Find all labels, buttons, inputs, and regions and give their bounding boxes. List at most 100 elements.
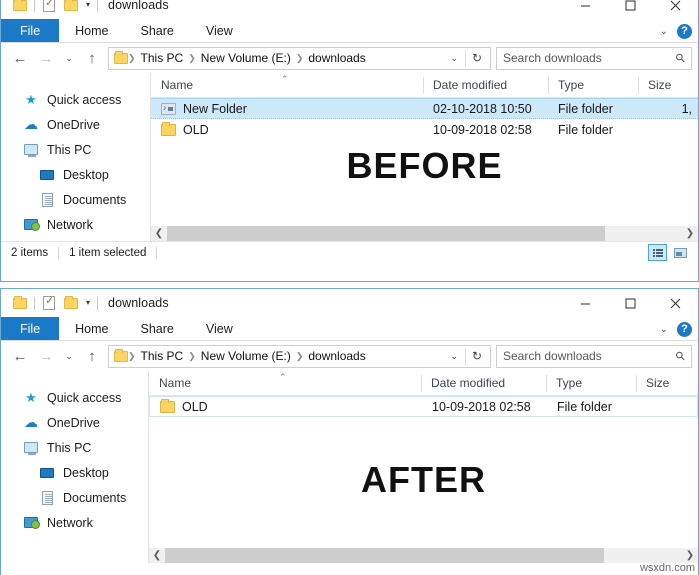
- ribbon-tabs: File Home Share View ⌄ ?: [1, 317, 698, 341]
- search-input[interactable]: Search downloads ⚲: [496, 46, 692, 70]
- desktop-icon: [39, 465, 55, 481]
- scroll-left-icon[interactable]: ❮: [149, 550, 165, 561]
- horizontal-scrollbar[interactable]: ❮ ❯: [151, 226, 698, 241]
- screenshot-stage: ▾ downloads File Home Share View: [0, 0, 699, 575]
- help-icon[interactable]: ?: [677, 321, 692, 337]
- maximize-icon[interactable]: [608, 0, 653, 19]
- table-row[interactable]: ♪ New Folder 02-10-2018 10:50 File folde…: [151, 98, 698, 119]
- column-header-name[interactable]: Name ⌃: [151, 73, 423, 98]
- horizontal-scrollbar[interactable]: ❮ ❯: [149, 548, 698, 563]
- tab-view[interactable]: View: [190, 317, 249, 340]
- tab-file[interactable]: File: [1, 19, 60, 42]
- folder-icon[interactable]: [9, 292, 31, 314]
- column-header-type[interactable]: Type: [546, 371, 636, 396]
- minimize-icon[interactable]: [563, 0, 608, 19]
- chevron-down-icon[interactable]: ▾: [82, 1, 94, 9]
- new-folder-icon[interactable]: [60, 292, 82, 314]
- sidebar-item-desktop[interactable]: Desktop: [1, 460, 148, 485]
- sidebar-item-network[interactable]: Network: [1, 212, 150, 237]
- breadcrumb-this-pc[interactable]: This PC: [136, 349, 189, 363]
- address-input[interactable]: ❯ This PC ❯ New Volume (E:) ❯ downloads …: [108, 46, 491, 70]
- sidebar-item-onedrive[interactable]: ☁ OneDrive: [1, 112, 150, 137]
- recent-locations-button[interactable]: ⌄: [59, 45, 79, 71]
- up-button[interactable]: ↑: [79, 343, 105, 369]
- chevron-down-icon[interactable]: ⌄: [443, 351, 465, 362]
- scroll-right-icon[interactable]: ❯: [682, 228, 698, 239]
- sidebar-item-quick-access[interactable]: ★ Quick access: [1, 87, 150, 112]
- status-selection-count: 1 item selected: [69, 246, 147, 259]
- forward-button[interactable]: →: [33, 343, 59, 369]
- sidebar-item-this-pc[interactable]: This PC: [1, 137, 150, 162]
- breadcrumb-separator: ❯: [128, 52, 136, 63]
- properties-checkmark-icon[interactable]: [38, 292, 60, 314]
- help-icon[interactable]: ?: [677, 23, 692, 39]
- file-name: OLD: [182, 399, 208, 414]
- chevron-down-icon[interactable]: ⌄: [443, 53, 465, 64]
- breadcrumb-downloads[interactable]: downloads: [303, 349, 370, 363]
- tab-share[interactable]: Share: [125, 19, 190, 42]
- scroll-right-icon[interactable]: ❯: [682, 550, 698, 561]
- large-icons-view-icon[interactable]: [671, 244, 690, 261]
- up-button[interactable]: ↑: [79, 45, 105, 71]
- sort-ascending-icon: ⌃: [281, 73, 289, 84]
- refresh-icon[interactable]: ↻: [466, 51, 488, 65]
- back-button[interactable]: ←: [7, 343, 33, 369]
- close-icon[interactable]: [653, 0, 698, 19]
- properties-checkmark-icon[interactable]: [38, 0, 60, 16]
- scrollbar-track[interactable]: [165, 548, 682, 563]
- new-folder-icon[interactable]: [60, 0, 82, 16]
- folder-icon[interactable]: [9, 0, 31, 16]
- navigation-pane: ★ Quick access ☁ OneDrive This PC Deskto…: [1, 371, 148, 563]
- tab-file[interactable]: File: [1, 317, 60, 340]
- sidebar-item-quick-access[interactable]: ★ Quick access: [1, 385, 148, 410]
- chevron-down-icon[interactable]: ⌄: [660, 26, 668, 37]
- sidebar-item-documents[interactable]: Documents: [1, 485, 148, 510]
- cell-type: File folder: [557, 399, 612, 414]
- tab-home[interactable]: Home: [59, 317, 124, 340]
- divider: [34, 0, 35, 12]
- recent-locations-button[interactable]: ⌄: [59, 343, 79, 369]
- column-header-date-modified[interactable]: Date modified: [421, 371, 546, 396]
- chevron-down-icon[interactable]: ⌄: [660, 324, 668, 335]
- column-headers: Name ⌃ Date modified Type Size: [151, 73, 698, 98]
- back-button[interactable]: ←: [7, 45, 33, 71]
- sidebar-item-network[interactable]: Network: [1, 510, 148, 535]
- table-row[interactable]: OLD 10-09-2018 02:58 File folder: [151, 119, 698, 140]
- breadcrumb-separator: ❯: [188, 52, 196, 63]
- breadcrumb-new-volume[interactable]: New Volume (E:): [196, 51, 296, 65]
- column-header-size[interactable]: Size: [638, 73, 698, 98]
- forward-button[interactable]: →: [33, 45, 59, 71]
- breadcrumb-this-pc[interactable]: This PC: [136, 51, 189, 65]
- sidebar-item-documents[interactable]: Documents: [1, 187, 150, 212]
- scrollbar-thumb[interactable]: [167, 226, 605, 241]
- column-header-size[interactable]: Size: [636, 371, 696, 396]
- column-header-name[interactable]: Name ⌃: [149, 371, 421, 396]
- table-row[interactable]: OLD 10-09-2018 02:58 File folder: [149, 396, 698, 417]
- refresh-icon[interactable]: ↻: [466, 349, 488, 363]
- details-view-icon[interactable]: [648, 244, 667, 261]
- chevron-down-icon[interactable]: ▾: [82, 299, 94, 307]
- minimize-icon[interactable]: [563, 289, 608, 317]
- maximize-icon[interactable]: [608, 289, 653, 317]
- column-header-type[interactable]: Type: [548, 73, 638, 98]
- column-header-date-modified[interactable]: Date modified: [423, 73, 548, 98]
- sidebar-item-desktop[interactable]: Desktop: [1, 162, 150, 187]
- sidebar-item-onedrive[interactable]: ☁ OneDrive: [1, 410, 148, 435]
- breadcrumb-downloads[interactable]: downloads: [303, 51, 370, 65]
- tab-share[interactable]: Share: [125, 317, 190, 340]
- address-input[interactable]: ❯ This PC ❯ New Volume (E:) ❯ downloads …: [108, 344, 491, 368]
- scrollbar-thumb[interactable]: [165, 548, 605, 563]
- sidebar-item-this-pc[interactable]: This PC: [1, 435, 148, 460]
- cell-date-modified: 10-09-2018 02:58: [432, 399, 531, 414]
- breadcrumb-new-volume[interactable]: New Volume (E:): [196, 349, 296, 363]
- close-icon[interactable]: [653, 289, 698, 317]
- scroll-left-icon[interactable]: ❮: [151, 228, 167, 239]
- scrollbar-track[interactable]: [167, 226, 682, 241]
- divider: [156, 246, 158, 259]
- media-folder-icon: ♪: [161, 102, 176, 115]
- window-controls: [563, 0, 698, 19]
- tab-view[interactable]: View: [190, 19, 249, 42]
- window-body: ★ Quick access ☁ OneDrive This PC Deskto…: [1, 371, 698, 563]
- tab-home[interactable]: Home: [59, 19, 124, 42]
- search-input[interactable]: Search downloads ⚲: [496, 344, 692, 368]
